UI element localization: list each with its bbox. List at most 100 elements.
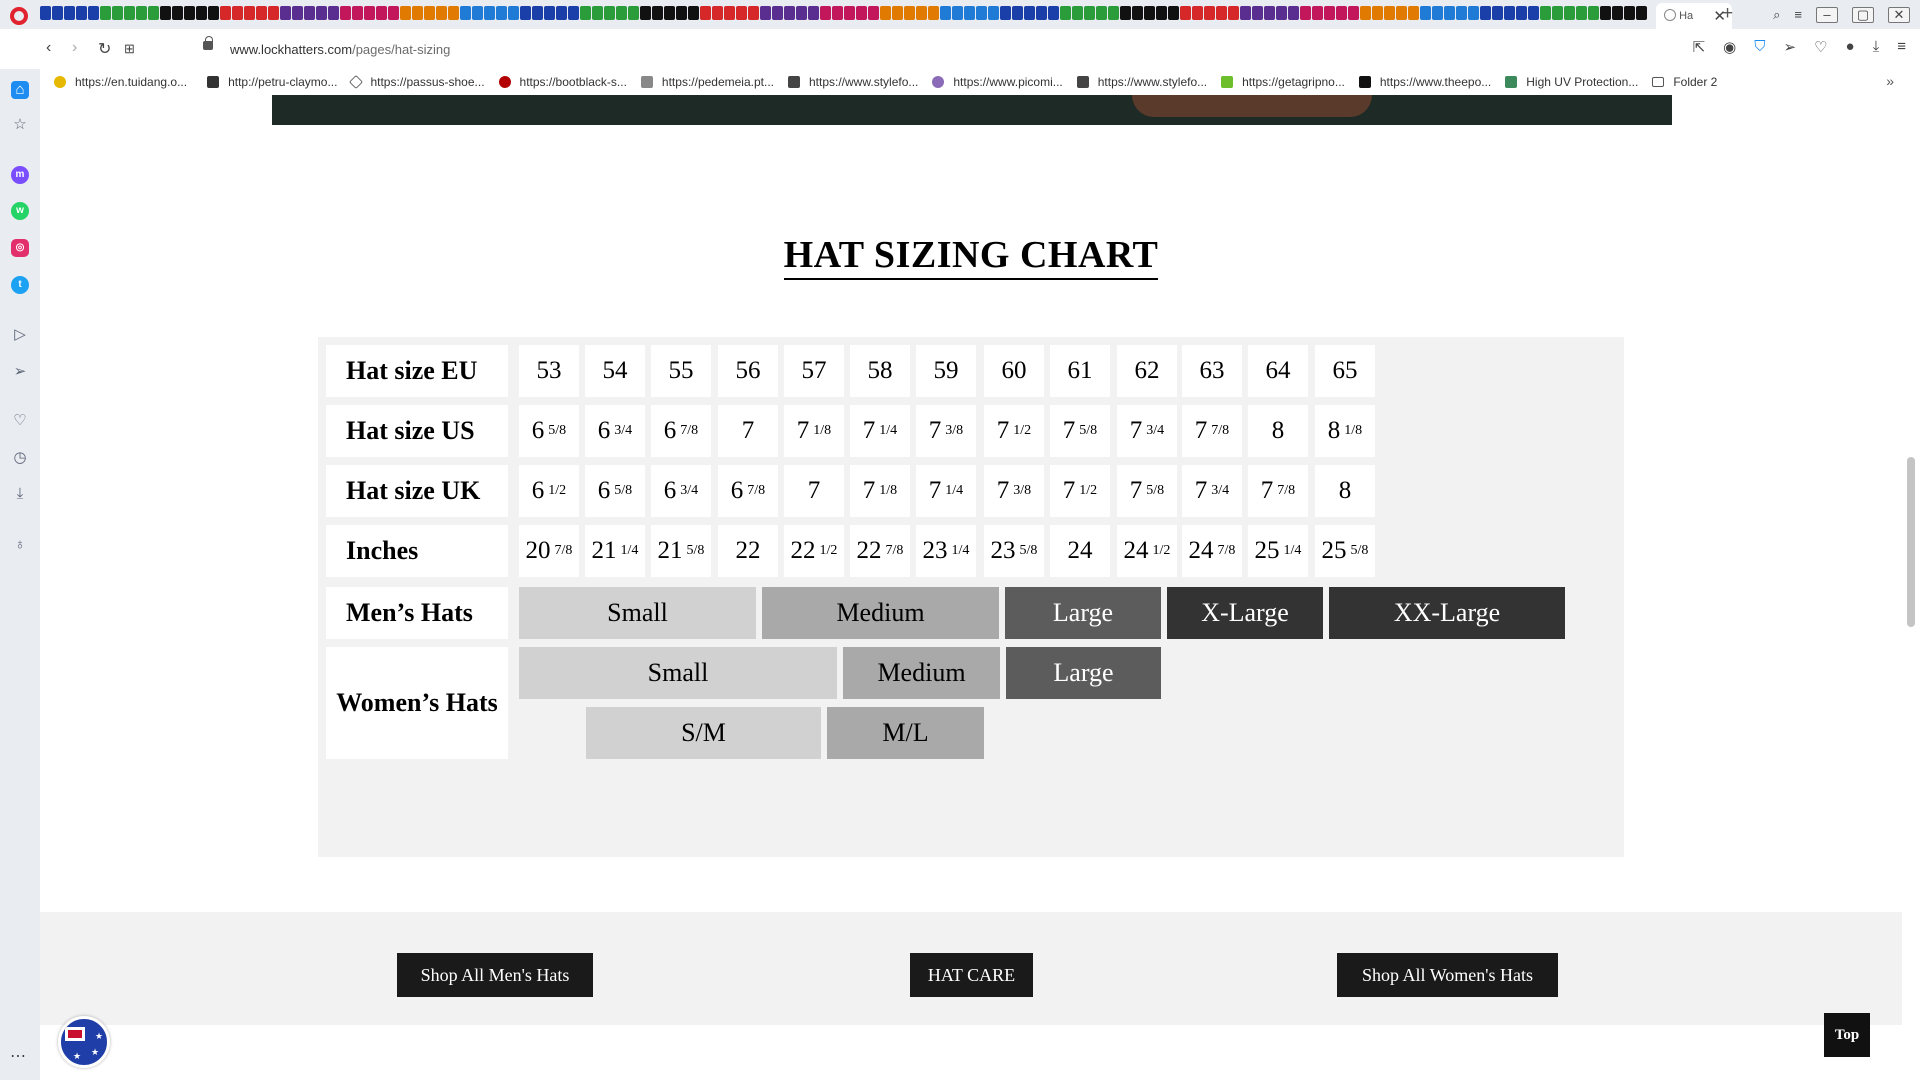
pinned-tab-favicon[interactable] (1372, 6, 1383, 20)
pinned-tab-favicon[interactable] (652, 6, 663, 20)
download-icon[interactable]: ⤓ (1873, 38, 1880, 56)
pinned-tab-favicon[interactable] (316, 6, 327, 20)
pinned-tab-favicon[interactable] (820, 6, 831, 20)
pinned-tab-favicon[interactable] (1264, 6, 1275, 20)
pinned-tab-favicon[interactable] (880, 6, 891, 20)
bookmark-item[interactable]: https://www.stylefo... (788, 75, 918, 89)
pinned-tab-favicon[interactable] (1444, 6, 1455, 20)
pinned-tab-favicon[interactable] (1060, 6, 1071, 20)
pinned-tab-favicon[interactable] (940, 6, 951, 20)
bookmark-item[interactable]: https://pedemeia.pt... (640, 75, 774, 89)
pinned-tab-favicon[interactable] (1036, 6, 1047, 20)
lightbulb-icon[interactable]: ♁ (11, 536, 29, 554)
pinned-tab-favicon[interactable] (1600, 6, 1611, 20)
pinned-tab-favicon[interactable] (280, 6, 291, 20)
pinned-tab-favicon[interactable] (1156, 6, 1167, 20)
pinned-tab-favicon[interactable] (520, 6, 531, 20)
pinned-tab-favicon[interactable] (1324, 6, 1335, 20)
pinned-tab-favicon[interactable] (1360, 6, 1371, 20)
pinned-tab-favicon[interactable] (100, 6, 111, 20)
page-scrollbar[interactable] (1902, 95, 1920, 1080)
downloads-icon[interactable]: ⤓ (11, 485, 29, 503)
active-tab[interactable]: Ha ✕ (1656, 3, 1732, 29)
pinned-tab-favicon[interactable] (1012, 6, 1023, 20)
bookmark-item[interactable]: https://www.stylefo... (1076, 75, 1207, 89)
pinned-tab-favicon[interactable] (700, 6, 711, 20)
pinned-tab-favicon[interactable] (1624, 6, 1635, 20)
opera-logo-icon[interactable] (10, 7, 28, 25)
pinned-tab-favicon[interactable] (52, 6, 63, 20)
pinned-tab-favicon[interactable] (772, 6, 783, 20)
new-tab-button[interactable]: + (1722, 3, 1733, 25)
menu-icon[interactable]: ≡ (1897, 38, 1906, 56)
url-field[interactable]: www.lockhatters.com/pages/hat-sizing (230, 42, 450, 57)
pinned-tab-favicon[interactable] (304, 6, 315, 20)
pinned-tab-favicon[interactable] (688, 6, 699, 20)
pinned-tab-favicon[interactable] (484, 6, 495, 20)
pinned-tab-favicon[interactable] (544, 6, 555, 20)
pinned-tab-favicon[interactable] (1516, 6, 1527, 20)
pinned-tab-favicon[interactable] (1216, 6, 1227, 20)
heart-icon[interactable]: ♡ (1814, 38, 1827, 56)
pinned-tab-favicon[interactable] (172, 6, 183, 20)
more-icon[interactable]: ⋯ (10, 1046, 26, 1066)
pinned-tab-favicon[interactable] (616, 6, 627, 20)
pinned-tab-favicon[interactable] (40, 6, 51, 20)
pinned-tab-favicon[interactable] (1576, 6, 1587, 20)
pinned-tab-favicon[interactable] (1384, 6, 1395, 20)
pinned-tab-favicon[interactable] (976, 6, 987, 20)
pinned-tab-favicon[interactable] (340, 6, 351, 20)
pinned-tab-favicon[interactable] (844, 6, 855, 20)
pinned-tab-favicon[interactable] (1492, 6, 1503, 20)
pinned-tab-favicon[interactable] (148, 6, 159, 20)
pinned-tab-favicon[interactable] (1396, 6, 1407, 20)
pinned-tab-favicon[interactable] (220, 6, 231, 20)
pinned-tab-favicon[interactable] (160, 6, 171, 20)
pinned-tab-favicon[interactable] (508, 6, 519, 20)
pinned-tab-favicon[interactable] (496, 6, 507, 20)
pinned-tab-favicon[interactable] (376, 6, 387, 20)
pinned-tab-favicon[interactable] (1636, 6, 1647, 20)
pinned-tab-favicon[interactable] (1108, 6, 1119, 20)
pinned-tab-favicon[interactable] (1228, 6, 1239, 20)
pinned-tab-favicon[interactable] (904, 6, 915, 20)
pinned-tab-favicon[interactable] (1564, 6, 1575, 20)
pinned-tab-favicon[interactable] (352, 6, 363, 20)
pinned-tab-favicon[interactable] (952, 6, 963, 20)
pinned-tab-favicon[interactable] (1240, 6, 1251, 20)
tabs-grid-icon[interactable]: ⊞ (124, 41, 135, 57)
pinned-tab-favicon[interactable] (64, 6, 75, 20)
shop-womens-button[interactable]: Shop All Women's Hats (1337, 953, 1558, 997)
pinned-tab-favicon[interactable] (388, 6, 399, 20)
snapshot-icon[interactable]: ◉ (1723, 38, 1736, 56)
pinned-tab-favicon[interactable] (664, 6, 675, 20)
pinned-tab-favicon[interactable] (1132, 6, 1143, 20)
pinned-tab-favicon[interactable] (436, 6, 447, 20)
pinned-tab-favicon[interactable] (448, 6, 459, 20)
pinned-tab-favicon[interactable] (628, 6, 639, 20)
pinned-tab-favicon[interactable] (676, 6, 687, 20)
whatsapp-icon[interactable]: w (11, 202, 29, 220)
pinned-tab-favicon[interactable] (988, 6, 999, 20)
pinned-tab-favicon[interactable] (868, 6, 879, 20)
pinned-tab-favicon[interactable] (1204, 6, 1215, 20)
history-icon[interactable]: ◷ (11, 449, 29, 467)
country-flag-icon[interactable]: ★ ★ ★ (58, 1016, 110, 1068)
messenger-icon[interactable]: m (11, 166, 29, 184)
pinned-tab-favicon[interactable] (1312, 6, 1323, 20)
pinned-tab-favicon[interactable] (1288, 6, 1299, 20)
pinned-tab-favicon[interactable] (1336, 6, 1347, 20)
bookmark-item[interactable]: https://bootblack-s... (498, 75, 627, 89)
pinned-tabs[interactable] (40, 6, 1652, 23)
pinned-tab-favicon[interactable] (1180, 6, 1191, 20)
pinned-tab-favicon[interactable] (796, 6, 807, 20)
pinned-tab-favicon[interactable] (712, 6, 723, 20)
maximize-button[interactable]: ▢ (1852, 6, 1874, 23)
profile-icon[interactable]: ● (1846, 38, 1855, 56)
twitter-icon[interactable]: t (11, 276, 29, 294)
pinned-tab-favicon[interactable] (1120, 6, 1131, 20)
pinned-tab-favicon[interactable] (136, 6, 147, 20)
pinned-tab-favicon[interactable] (640, 6, 651, 20)
pinned-tab-favicon[interactable] (532, 6, 543, 20)
star-icon[interactable]: ☆ (11, 116, 29, 134)
